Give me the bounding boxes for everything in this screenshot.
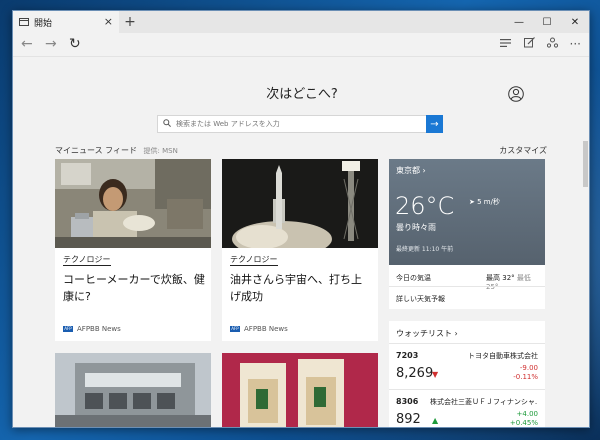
divider <box>389 286 545 287</box>
web-note-icon[interactable] <box>523 37 535 51</box>
stock-price: 8,269 <box>396 366 434 381</box>
tab-bar: 開始 × + — ☐ ✕ <box>13 11 589 33</box>
close-tab-icon[interactable]: × <box>104 15 113 28</box>
window-controls: — ☐ ✕ <box>505 11 589 33</box>
news-card[interactable] <box>55 353 211 427</box>
chevron-right-icon: › <box>422 166 426 175</box>
search-go-button[interactable]: → <box>426 115 443 133</box>
news-category: テクノロジー <box>230 255 278 266</box>
news-image <box>55 353 211 427</box>
news-source-name: AFPBB News <box>77 325 121 333</box>
stock-change-value: -9.00 <box>519 364 538 372</box>
divider <box>389 343 545 344</box>
weather-card[interactable]: 東京都 › 26°C ➤ 5 m/秒 曇り時々雨 最終更新 11:10 午前 今… <box>389 159 545 309</box>
stock-price: 892 <box>396 412 421 427</box>
stock-name: 株式会社三菱ＵＦＪフィナンシャ… <box>430 398 538 406</box>
stock-row[interactable]: 7203 トヨタ自動車株式会社 8,269 ▼ -9.00 -0.11% <box>396 351 538 389</box>
stock-change: -9.00 -0.11% <box>513 364 538 382</box>
up-arrow-icon: ▲ <box>432 416 439 425</box>
watchlist-card: ウォッチリスト › 7203 トヨタ自動車株式会社 8,269 ▼ -9.00 … <box>389 321 545 427</box>
news-card[interactable] <box>222 353 378 427</box>
low-value: 25° <box>486 283 499 291</box>
minimize-button[interactable]: — <box>505 11 533 33</box>
scrollbar-thumb[interactable] <box>583 141 588 187</box>
wind-speed: 5 m/秒 <box>477 198 500 206</box>
search-icon <box>158 118 176 130</box>
forward-button[interactable]: → <box>45 36 57 52</box>
stock-code: 8306 <box>396 397 419 406</box>
search-input[interactable] <box>176 120 426 128</box>
scrollbar[interactable] <box>583 141 588 421</box>
close-window-button[interactable]: ✕ <box>561 11 589 33</box>
low-label: 最低 <box>516 274 531 282</box>
afpbb-logo: AFP <box>230 326 240 332</box>
news-image <box>222 353 378 427</box>
browser-window: 開始 × + — ☐ ✕ ← → ↻ ··· 次はどこへ? 検索または Web … <box>12 10 590 428</box>
stock-row[interactable]: 8306 株式会社三菱ＵＦＪフィナンシャ… 892 ▲ +4.00 +0.45% <box>396 397 538 427</box>
detailed-forecast-link[interactable]: 詳しい天気予報 <box>396 294 445 304</box>
weather-panel: 東京都 › 26°C ➤ 5 m/秒 曇り時々雨 最終更新 11:10 午前 <box>389 159 545 265</box>
news-provider: 提供: MSN <box>143 147 178 155</box>
hub-icon[interactable] <box>499 37 512 51</box>
navigation-toolbar: ← → ↻ ··· <box>13 33 589 57</box>
news-title: 油井さんら宇宙へ、打ち上げ成功 <box>230 273 362 303</box>
news-source: AFP AFPBB News <box>63 325 121 333</box>
news-card[interactable]: テクノロジー 油井さんら宇宙へ、打ち上げ成功 AFP AFPBB News <box>222 159 378 341</box>
news-title: コーヒーメーカーで炊飯、健康に? <box>63 273 205 303</box>
new-tab-button[interactable]: + <box>119 11 141 33</box>
refresh-button[interactable]: ↻ <box>69 36 81 52</box>
news-card[interactable]: テクノロジー コーヒーメーカーで炊飯、健康に? AFP AFPBB News <box>55 159 211 341</box>
account-icon[interactable] <box>508 86 524 102</box>
today-label: 今日の気温 <box>396 274 431 282</box>
stock-change-value: +4.00 <box>516 410 538 418</box>
back-button[interactable]: ← <box>21 36 33 52</box>
stock-change-percent: -0.11% <box>513 373 538 381</box>
stock-change-percent: +0.45% <box>509 419 538 427</box>
weather-condition: 曇り時々雨 <box>396 223 436 232</box>
divider <box>389 389 545 390</box>
temperature-range: 最高 32° 最低 25° <box>486 273 538 291</box>
tab-start[interactable]: 開始 × <box>13 11 119 33</box>
wind-arrow-icon: ➤ <box>469 198 475 206</box>
weather-updated: 最終更新 11:10 午前 <box>396 246 454 253</box>
start-page: 次はどこへ? → マイニュース フィード 提供: MSN カスタマイズ <box>13 57 589 427</box>
afpbb-logo: AFP <box>63 326 73 332</box>
weather-city[interactable]: 東京都 › <box>396 165 426 176</box>
news-source: AFP AFPBB News <box>230 325 288 333</box>
today-temperature-row: 今日の気温 最高 32° 最低 25° <box>396 273 538 291</box>
news-image <box>222 159 378 248</box>
toolbar-actions: ··· <box>499 37 581 51</box>
tab-title: 開始 <box>34 18 53 29</box>
high-value: 32° <box>502 274 515 282</box>
maximize-button[interactable]: ☐ <box>533 11 561 33</box>
watchlist-title: ウォッチリスト <box>396 329 452 338</box>
weather-temperature: 26°C <box>395 192 455 220</box>
watchlist-header[interactable]: ウォッチリスト › <box>396 328 458 339</box>
weather-city-name: 東京都 <box>396 166 420 175</box>
news-category: テクノロジー <box>63 255 111 266</box>
news-feed-label: マイニュース フィード 提供: MSN <box>55 145 178 156</box>
customize-link[interactable]: カスタマイズ <box>499 145 547 156</box>
share-icon[interactable] <box>546 37 558 51</box>
page-icon <box>19 18 29 26</box>
news-source-name: AFPBB News <box>244 325 288 333</box>
stock-code: 7203 <box>396 351 419 360</box>
chevron-right-icon: › <box>454 329 458 338</box>
news-feed-title: マイニュース フィード <box>55 146 137 155</box>
weather-wind: ➤ 5 m/秒 <box>469 197 500 207</box>
stock-name: トヨタ自動車株式会社 <box>468 352 538 360</box>
search-box: → <box>157 115 443 133</box>
high-label: 最高 <box>486 274 500 282</box>
more-icon[interactable]: ··· <box>570 37 581 51</box>
down-arrow-icon: ▼ <box>432 370 439 379</box>
news-image <box>55 159 211 248</box>
page-heading: 次はどこへ? <box>266 87 338 102</box>
stock-change: +4.00 +0.45% <box>509 410 538 427</box>
